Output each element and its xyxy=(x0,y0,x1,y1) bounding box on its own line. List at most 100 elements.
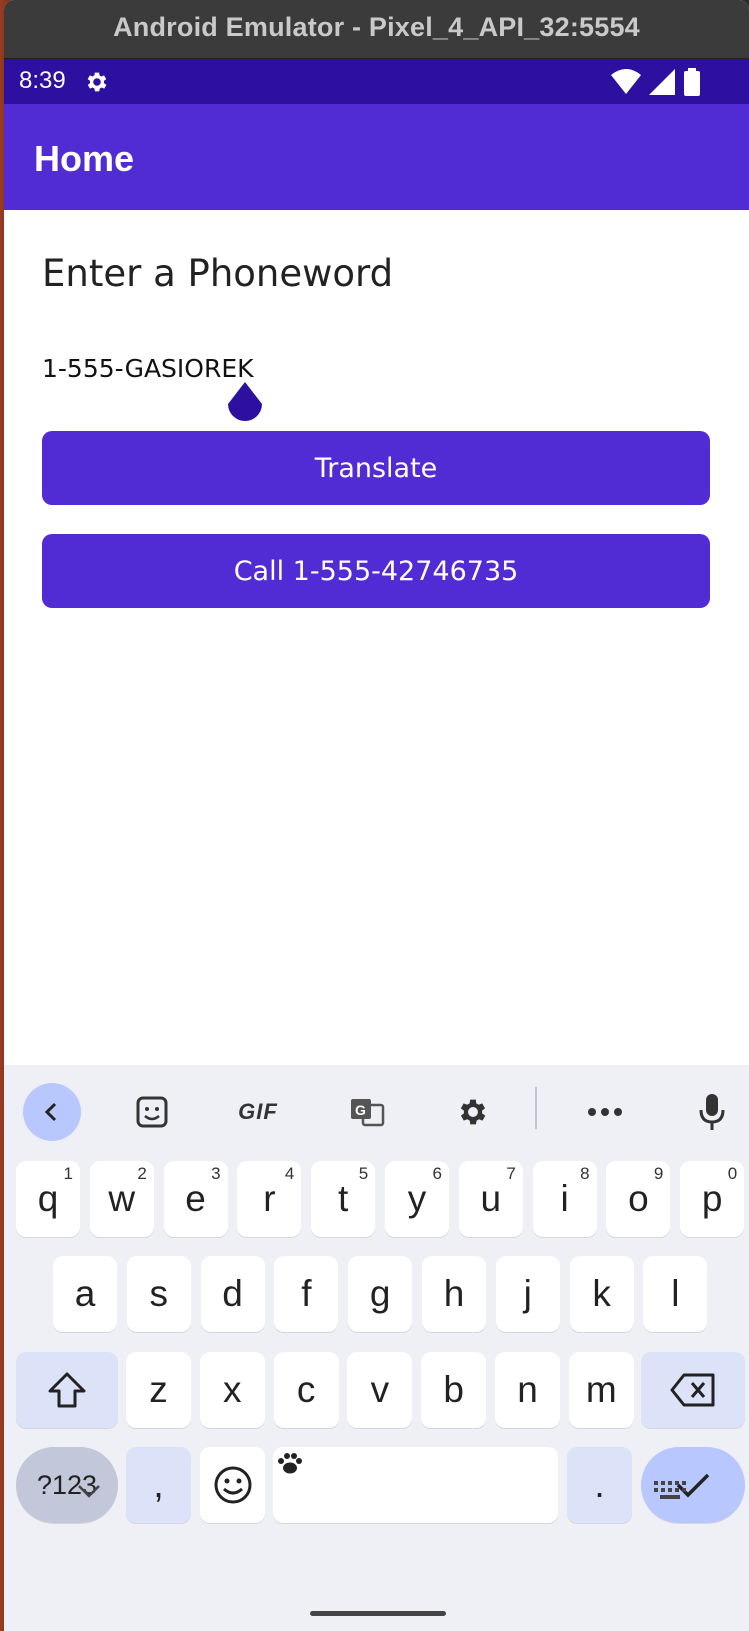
key-label: m xyxy=(585,1369,617,1410)
key-label: z xyxy=(149,1369,168,1410)
key-m[interactable]: m xyxy=(568,1352,634,1428)
translate-button[interactable]: Translate xyxy=(42,431,710,505)
toolbar-divider xyxy=(535,1087,537,1129)
settings-icon[interactable] xyxy=(444,1083,502,1141)
key-label: l xyxy=(671,1273,680,1314)
key-label: f xyxy=(301,1273,312,1314)
shift-key[interactable] xyxy=(16,1352,118,1428)
home-gesture-bar[interactable] xyxy=(310,1611,446,1616)
emulator-window: Android Emulator - Pixel_4_API_32:5554 8… xyxy=(4,0,749,1631)
key-n[interactable]: n xyxy=(495,1352,560,1428)
key-label: k xyxy=(592,1273,611,1314)
key-e[interactable]: e3 xyxy=(163,1161,228,1237)
key-p[interactable]: p0 xyxy=(680,1161,745,1237)
key-h[interactable]: h xyxy=(422,1256,486,1332)
key-label: j xyxy=(523,1273,532,1314)
gif-button[interactable]: GIF xyxy=(228,1083,288,1141)
window-titlebar[interactable]: Android Emulator - Pixel_4_API_32:5554 xyxy=(4,0,749,59)
key-label: y xyxy=(407,1178,427,1219)
key-w[interactable]: w2 xyxy=(89,1161,154,1237)
key-hint: 9 xyxy=(653,1164,664,1183)
chevron-down-icon[interactable] xyxy=(76,1483,102,1499)
more-icon[interactable] xyxy=(576,1083,634,1141)
back-icon[interactable] xyxy=(23,1083,81,1141)
key-hint: 2 xyxy=(137,1164,147,1183)
key-label: a xyxy=(74,1273,96,1314)
key-q[interactable]: q1 xyxy=(16,1161,80,1237)
wifi-icon xyxy=(611,69,641,94)
key-j[interactable]: j xyxy=(495,1256,560,1332)
key-label: u xyxy=(480,1178,502,1219)
key-t[interactable]: t5 xyxy=(311,1161,376,1237)
sticker-icon[interactable] xyxy=(123,1083,181,1141)
key-d[interactable]: d xyxy=(200,1256,265,1332)
key-label: d xyxy=(222,1273,243,1314)
key-hint: 5 xyxy=(358,1164,369,1183)
emoji-key[interactable] xyxy=(200,1447,265,1523)
key-c[interactable]: c xyxy=(273,1352,339,1428)
key-hint: 0 xyxy=(727,1164,738,1183)
translate-icon[interactable]: G xyxy=(338,1083,396,1141)
key-u[interactable]: u7 xyxy=(458,1161,523,1237)
paw-icon xyxy=(278,1453,302,1474)
key-hint: 6 xyxy=(432,1164,442,1183)
keyboard-switch-icon[interactable] xyxy=(654,1481,686,1503)
key-a[interactable]: a xyxy=(53,1256,117,1332)
key-g[interactable]: g xyxy=(348,1256,413,1332)
key-r[interactable]: r4 xyxy=(237,1161,302,1237)
key-label: b xyxy=(443,1369,464,1410)
phoneword-input[interactable] xyxy=(42,348,602,388)
key-x[interactable]: x xyxy=(199,1352,265,1428)
key-label: v xyxy=(370,1369,390,1410)
key-label: g xyxy=(369,1273,391,1314)
battery-icon xyxy=(684,68,700,96)
key-label: h xyxy=(443,1273,465,1314)
key-label: s xyxy=(149,1273,169,1314)
key-z[interactable]: z xyxy=(126,1352,191,1428)
key-b[interactable]: b xyxy=(421,1352,487,1428)
status-time: 8:39 xyxy=(19,67,66,94)
symbols-key[interactable]: ?123 xyxy=(16,1447,118,1523)
key-l[interactable]: l xyxy=(643,1256,708,1332)
key-label: x xyxy=(223,1369,242,1410)
key-label: e xyxy=(185,1178,206,1219)
svg-text:G: G xyxy=(355,1102,366,1118)
key-label: o xyxy=(628,1178,649,1219)
key-label: r xyxy=(263,1178,276,1219)
gear-icon xyxy=(87,72,107,92)
key-i[interactable]: i8 xyxy=(532,1161,597,1237)
key-y[interactable]: y6 xyxy=(385,1161,449,1237)
key-k[interactable]: k xyxy=(569,1256,634,1332)
key-label: w xyxy=(108,1178,136,1219)
key-v[interactable]: v xyxy=(347,1352,413,1428)
key-f[interactable]: f xyxy=(274,1256,339,1332)
space-key[interactable] xyxy=(273,1447,558,1523)
key-s[interactable]: s xyxy=(126,1256,191,1332)
phoneword-label: Enter a Phoneword xyxy=(42,252,394,295)
key-label: q xyxy=(37,1178,59,1219)
comma-key[interactable]: , xyxy=(126,1447,191,1523)
text-cursor-handle[interactable] xyxy=(226,382,264,428)
page-title: Home xyxy=(34,138,135,179)
key-label: n xyxy=(517,1369,538,1410)
key-label: c xyxy=(296,1369,316,1410)
period-key[interactable]: . xyxy=(567,1447,632,1523)
backspace-key[interactable] xyxy=(641,1352,745,1428)
key-hint: 1 xyxy=(63,1164,73,1183)
key-o[interactable]: o9 xyxy=(606,1161,671,1237)
app-bar: Home xyxy=(4,104,749,210)
key-label: p xyxy=(701,1178,723,1219)
key-label: i xyxy=(560,1178,569,1219)
keyboard-toolbar: GIF G xyxy=(4,1065,749,1155)
key-hint: 4 xyxy=(284,1164,295,1183)
key-label: t xyxy=(338,1178,349,1219)
status-bar: 8:39 xyxy=(4,59,749,104)
window-title: Android Emulator - Pixel_4_API_32:5554 xyxy=(113,12,640,42)
main-content: Enter a Phoneword Translate Call 1-555-4… xyxy=(4,210,749,1065)
key-hint: 8 xyxy=(580,1164,590,1183)
mic-icon[interactable] xyxy=(683,1083,741,1141)
navigation-bar xyxy=(4,1481,749,1631)
call-button[interactable]: Call 1-555-42746735 xyxy=(42,534,710,608)
key-hint: 3 xyxy=(211,1164,221,1183)
signal-icon xyxy=(649,69,675,95)
